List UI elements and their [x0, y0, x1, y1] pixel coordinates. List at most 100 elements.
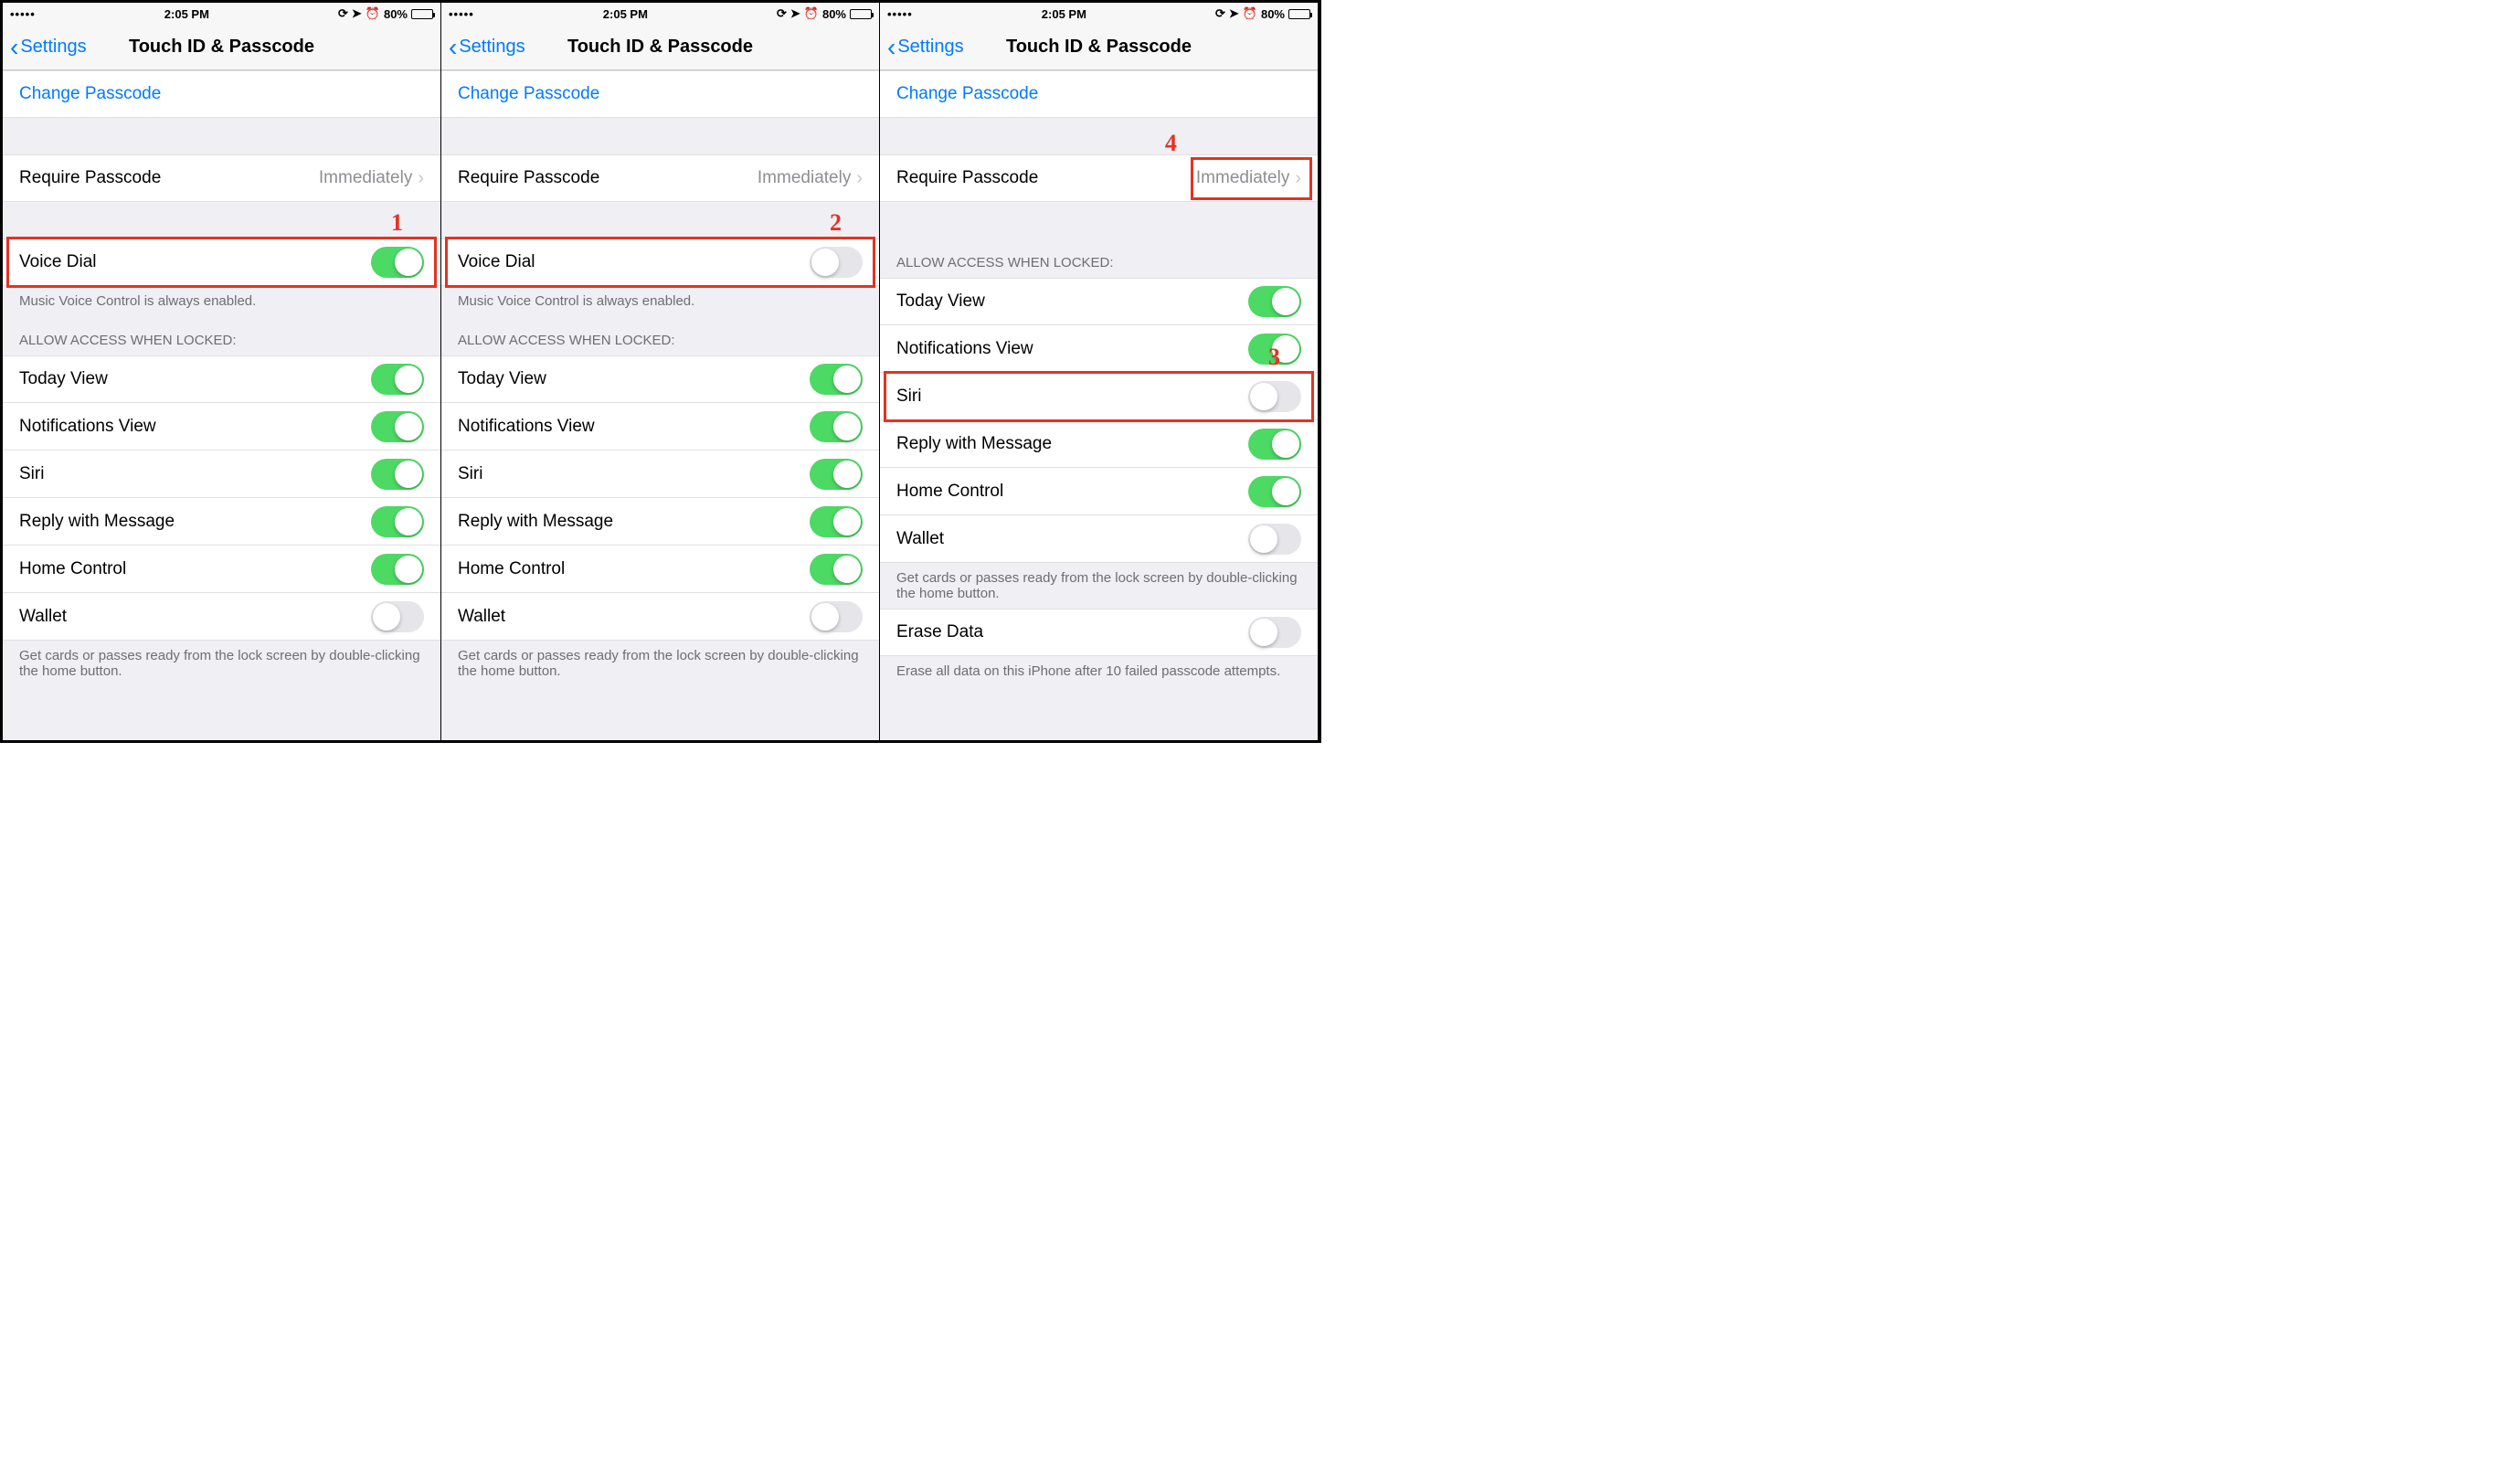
- notifications-view-toggle[interactable]: [810, 411, 863, 442]
- voice-dial-toggle[interactable]: [810, 247, 863, 278]
- back-button[interactable]: ‹Settings: [3, 35, 87, 60]
- change-passcode-row[interactable]: Change Passcode: [441, 70, 879, 118]
- change-passcode-row[interactable]: Change Passcode: [3, 70, 440, 118]
- battery-percent: 80%: [1261, 7, 1285, 21]
- signal-dots: •••••: [449, 7, 474, 21]
- back-button[interactable]: ‹Settings: [441, 35, 525, 60]
- today-view-toggle[interactable]: [810, 364, 863, 395]
- chevron-left-icon: ‹: [10, 35, 18, 60]
- reply-with-message-row-label: Reply with Message: [896, 434, 1052, 454]
- today-view-toggle[interactable]: [1248, 286, 1301, 317]
- notifications-view-row[interactable]: Notifications View: [880, 325, 1318, 373]
- wallet-row[interactable]: Wallet: [880, 515, 1318, 563]
- require-passcode-row[interactable]: Require PasscodeImmediately›: [880, 154, 1318, 202]
- rotation-lock-icon: ⟳: [338, 6, 348, 21]
- phone-panel-3: •••••2:05 PM⟳➤⏰80%‹SettingsTouch ID & Pa…: [880, 3, 1319, 740]
- notifications-view-row-label: Notifications View: [458, 417, 595, 437]
- status-bar: •••••2:05 PM⟳➤⏰80%: [441, 3, 879, 25]
- voice-dial-toggle[interactable]: [371, 247, 424, 278]
- wallet-row[interactable]: Wallet: [441, 593, 879, 641]
- erase-data-row-label: Erase Data: [896, 622, 983, 642]
- back-label: Settings: [459, 37, 525, 58]
- location-icon: ➤: [1229, 6, 1239, 21]
- siri-row-label: Siri: [458, 464, 482, 484]
- allow-access-header: ALLOW ACCESS WHEN LOCKED:: [441, 316, 879, 355]
- home-control-row[interactable]: Home Control: [441, 546, 879, 593]
- voice-dial-row[interactable]: Voice Dial: [3, 238, 440, 286]
- home-control-row[interactable]: Home Control: [3, 546, 440, 593]
- require-passcode-row[interactable]: Require PasscodeImmediately›: [441, 154, 879, 202]
- home-control-toggle[interactable]: [1248, 476, 1301, 507]
- wallet-footnote: Get cards or passes ready from the lock …: [441, 641, 879, 686]
- settings-content[interactable]: Change Passcode Require PasscodeImmediate…: [880, 70, 1318, 740]
- notifications-view-row[interactable]: Notifications View: [441, 403, 879, 450]
- home-control-row[interactable]: Home Control: [880, 468, 1318, 515]
- today-view-row[interactable]: Today View: [441, 355, 879, 403]
- home-control-row-label: Home Control: [896, 482, 1003, 502]
- wallet-footnote: Get cards or passes ready from the lock …: [3, 641, 440, 686]
- status-bar: •••••2:05 PM⟳➤⏰80%: [880, 3, 1318, 25]
- siri-toggle[interactable]: [1248, 381, 1301, 412]
- chevron-right-icon: ›: [856, 168, 863, 189]
- chevron-right-icon: ›: [418, 168, 424, 189]
- wallet-toggle[interactable]: [371, 601, 424, 632]
- siri-toggle[interactable]: [371, 459, 424, 490]
- change-passcode-label: Change Passcode: [458, 84, 599, 104]
- today-view-row-label: Today View: [458, 369, 546, 389]
- voice-dial-row-label: Voice Dial: [19, 252, 97, 272]
- settings-content[interactable]: Change Passcode Require PasscodeImmediate…: [441, 70, 879, 740]
- today-view-row[interactable]: Today View: [880, 278, 1318, 325]
- notifications-view-toggle[interactable]: [1248, 334, 1301, 365]
- siri-toggle[interactable]: [810, 459, 863, 490]
- wallet-toggle[interactable]: [810, 601, 863, 632]
- phone-panel-1: •••••2:05 PM⟳➤⏰80%‹SettingsTouch ID & Pa…: [3, 3, 441, 740]
- nav-bar: ‹SettingsTouch ID & Passcode: [880, 25, 1318, 70]
- alarm-icon: ⏰: [804, 6, 819, 21]
- voice-dial-footnote: Music Voice Control is always enabled.: [441, 286, 879, 316]
- reply-with-message-row[interactable]: Reply with Message: [3, 498, 440, 546]
- back-button[interactable]: ‹Settings: [880, 35, 964, 60]
- reply-with-message-toggle[interactable]: [1248, 429, 1301, 460]
- notifications-view-row[interactable]: Notifications View: [3, 403, 440, 450]
- wallet-toggle[interactable]: [1248, 524, 1301, 555]
- home-control-toggle[interactable]: [810, 554, 863, 585]
- home-control-row-label: Home Control: [19, 559, 126, 579]
- location-icon: ➤: [352, 6, 362, 21]
- require-passcode-row-label: Require Passcode: [896, 168, 1038, 188]
- notifications-view-row-label: Notifications View: [19, 417, 156, 437]
- today-view-row[interactable]: Today View: [3, 355, 440, 403]
- reply-with-message-row[interactable]: Reply with Message: [880, 420, 1318, 468]
- reply-with-message-toggle[interactable]: [371, 506, 424, 537]
- change-passcode-label: Change Passcode: [19, 84, 161, 104]
- alarm-icon: ⏰: [1243, 6, 1257, 21]
- today-view-toggle[interactable]: [371, 364, 424, 395]
- reply-with-message-toggle[interactable]: [810, 506, 863, 537]
- siri-row[interactable]: Siri: [441, 450, 879, 498]
- settings-content[interactable]: Change Passcode Require PasscodeImmediate…: [3, 70, 440, 740]
- notifications-view-row-label: Notifications View: [896, 339, 1033, 359]
- voice-dial-footnote: Music Voice Control is always enabled.: [3, 286, 440, 316]
- siri-row[interactable]: Siri: [3, 450, 440, 498]
- chevron-left-icon: ‹: [449, 35, 457, 60]
- allow-access-header: ALLOW ACCESS WHEN LOCKED:: [3, 316, 440, 355]
- reply-with-message-row[interactable]: Reply with Message: [441, 498, 879, 546]
- wallet-row[interactable]: Wallet: [3, 593, 440, 641]
- voice-dial-row[interactable]: Voice Dial: [441, 238, 879, 286]
- battery-icon: [411, 9, 433, 19]
- erase-data-row[interactable]: Erase Data: [880, 609, 1318, 656]
- notifications-view-toggle[interactable]: [371, 411, 424, 442]
- home-control-toggle[interactable]: [371, 554, 424, 585]
- require-passcode-value: Immediately›: [758, 168, 863, 189]
- battery-percent: 80%: [384, 7, 408, 21]
- chevron-left-icon: ‹: [887, 35, 895, 60]
- rotation-lock-icon: ⟳: [777, 6, 787, 21]
- siri-row[interactable]: Siri: [880, 373, 1318, 420]
- require-passcode-row[interactable]: Require PasscodeImmediately›: [3, 154, 440, 202]
- erase-data-toggle[interactable]: [1248, 617, 1301, 648]
- today-view-row-label: Today View: [896, 292, 985, 312]
- erase-data-footnote: Erase all data on this iPhone after 10 f…: [880, 656, 1318, 686]
- signal-dots: •••••: [10, 7, 36, 21]
- siri-row-label: Siri: [19, 464, 44, 484]
- change-passcode-row[interactable]: Change Passcode: [880, 70, 1318, 118]
- battery-icon: [850, 9, 872, 19]
